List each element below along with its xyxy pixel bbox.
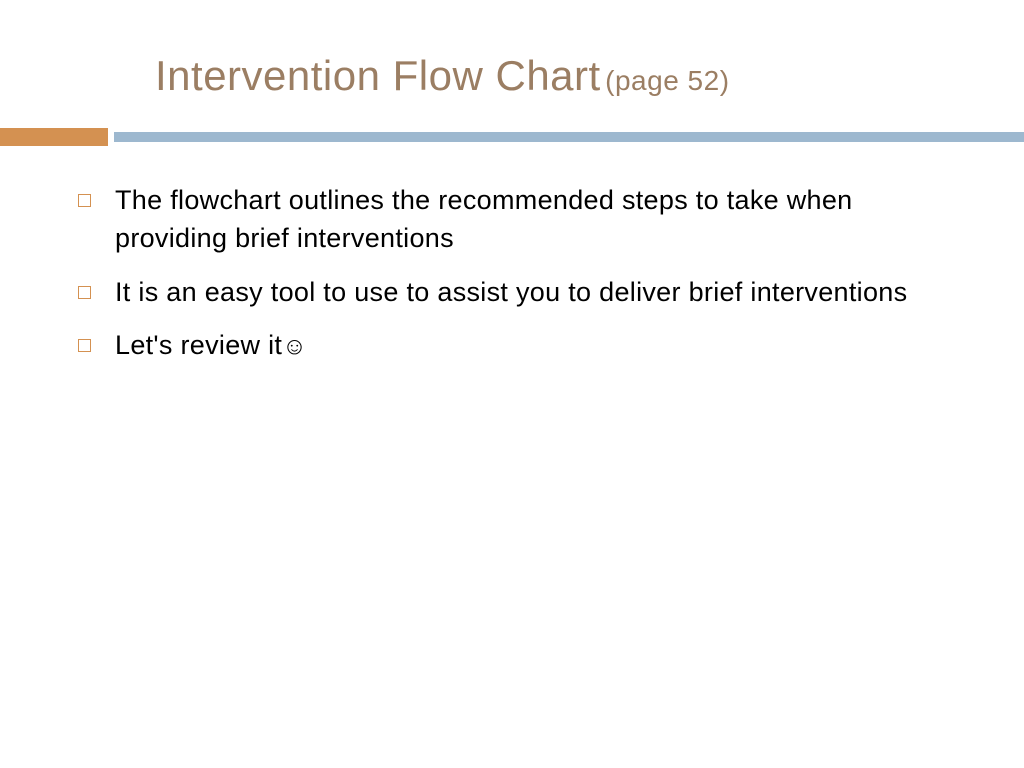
slide-subtitle: (page 52): [605, 65, 729, 96]
list-item: The flowchart outlines the recommended s…: [78, 182, 944, 258]
bullet-icon: [78, 194, 91, 207]
slide-title-area: Intervention Flow Chart (page 52): [0, 0, 1024, 100]
bullet-icon: [78, 286, 91, 299]
divider-bar: [0, 128, 1024, 146]
divider-accent-blue: [114, 132, 1024, 142]
bullet-text-label: Let's review it: [115, 330, 282, 360]
list-item: Let's review it☺: [78, 327, 944, 365]
bullet-icon: [78, 339, 91, 352]
bullet-text: It is an easy tool to use to assist you …: [115, 274, 907, 312]
bullet-text: Let's review it☺: [115, 327, 307, 365]
list-item: It is an easy tool to use to assist you …: [78, 274, 944, 312]
slide-title: Intervention Flow Chart: [155, 52, 601, 99]
smiley-icon: ☺: [282, 333, 307, 360]
bullet-text: The flowchart outlines the recommended s…: [115, 182, 944, 258]
divider-accent-orange: [0, 128, 108, 146]
slide-content: The flowchart outlines the recommended s…: [0, 146, 1024, 365]
